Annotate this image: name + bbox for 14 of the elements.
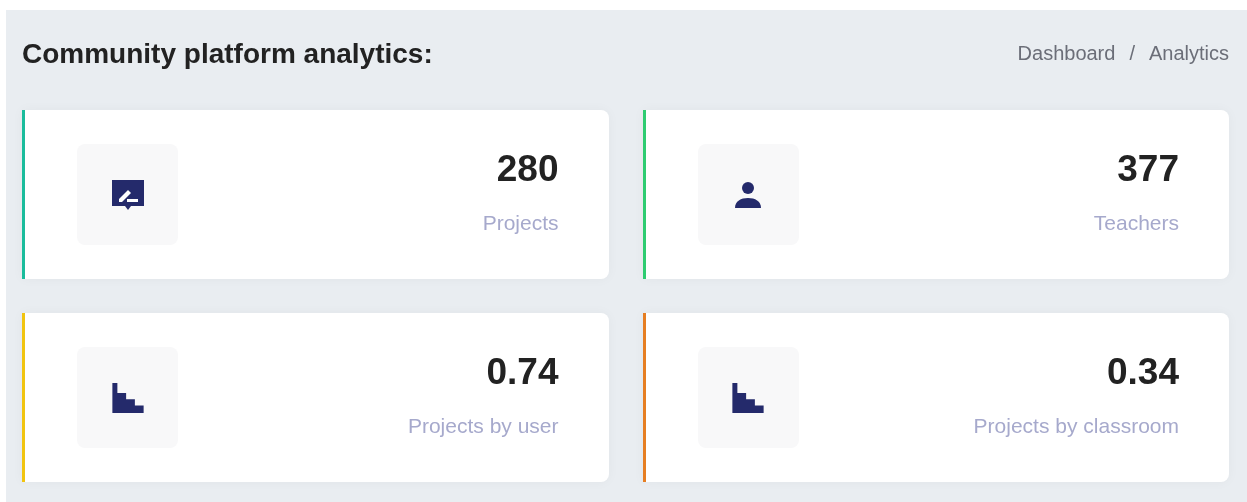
- bar-chart-icon: [111, 382, 144, 413]
- breadcrumb-link[interactable]: Analytics: [1148, 38, 1229, 68]
- stat-label: Projects by classroom: [973, 413, 1179, 440]
- stat-value: 377: [1117, 150, 1179, 188]
- bar-chart-icon: [732, 382, 764, 413]
- stat-label: Teachers: [1093, 210, 1179, 237]
- stat-label: Projects by user: [407, 413, 559, 440]
- stat-value: 280: [496, 150, 559, 188]
- stat-label: Projects: [482, 210, 559, 237]
- stat-value: 0.34: [1107, 353, 1179, 391]
- page-title: Community platform analytics:: [22, 40, 433, 68]
- breadcrumb-separator: /: [1129, 41, 1135, 66]
- stat-value: 0.74: [486, 353, 559, 391]
- breadcrumb-link[interactable]: Dashboard: [1017, 38, 1116, 68]
